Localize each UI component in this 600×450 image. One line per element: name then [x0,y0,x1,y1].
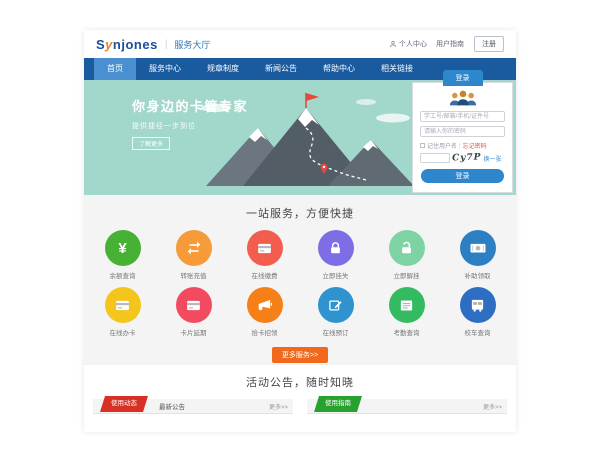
service-item-unfreeze[interactable]: 立即解挂 [371,230,442,280]
hero-subtitle: 提供捷径一步到位 [132,121,248,131]
service-item-report-loss[interactable]: 立即挂失 [300,230,371,280]
service-item-card-extension[interactable]: 卡片延期 [158,287,229,337]
password-input[interactable] [420,126,505,137]
user-guide-link[interactable]: 用户指南 [436,39,464,49]
top-header: Synjones | 服务大厅 个人中心 用户指南 注册 [84,30,516,58]
hero-banner: 你身边的卡管专家 提供捷径一步到位 了解更多 登录 记住用户名 | 忘记密码 C [84,80,516,195]
nav-item-links[interactable]: 相关链接 [368,58,426,80]
captcha-refresh-link[interactable]: 换一张 [483,154,501,163]
user-guide-label: 用户指南 [436,39,464,49]
service-label: 立即解挂 [371,270,442,280]
logo[interactable]: Synjones [96,37,158,52]
card-icon [247,230,283,266]
register-button[interactable]: 注册 [474,36,504,52]
captcha-image: Cy7P [452,152,482,163]
service-item-apply-card[interactable]: 在线办卡 [87,287,158,337]
personal-center-link[interactable]: 个人中心 [389,39,427,49]
service-label: 考勤查询 [371,327,442,337]
service-label: 转账充值 [158,270,229,280]
nav-item-rules[interactable]: 规章制度 [194,58,252,80]
person-icon [389,40,397,48]
nav-item-service-center[interactable]: 服务中心 [136,58,194,80]
bus-icon [460,287,496,323]
hero-title: 你身边的卡管专家 [132,96,248,115]
login-submit-button[interactable]: 登录 [421,169,504,183]
megaphone-icon [247,287,283,323]
announcement-panels: 使用动态 最新公告 更多>> 使用指南 更多>> [93,399,507,414]
service-label: 拾卡招领 [229,327,300,337]
services-title: 一站服务，方便快捷 [84,205,516,221]
yuan-icon: ¥ [105,230,141,266]
tab-latest-announcements[interactable]: 最新公告 [159,401,185,411]
tab-usage-news[interactable]: 使用动态 [100,396,148,412]
users-icon [446,89,480,107]
announcements-section: 活动公告，随时知晓 使用动态 最新公告 更多>> 使用指南 更多>> [84,365,516,432]
lock-icon [318,230,354,266]
money-icon [460,230,496,266]
hero-text-block: 你身边的卡管专家 提供捷径一步到位 了解更多 [132,96,248,151]
nav-item-news[interactable]: 新闻公告 [252,58,310,80]
service-label: 在线办卡 [87,327,158,337]
service-item-balance[interactable]: ¥ 余额查询 [87,230,158,280]
panel-guide-header: 使用指南 更多>> [307,399,507,414]
logo-text-rest: njones [113,37,158,52]
service-label: 在线预订 [300,327,371,337]
username-input[interactable] [420,111,505,122]
nav-item-help[interactable]: 帮助中心 [310,58,368,80]
login-tab[interactable]: 登录 [443,70,483,86]
page-container: Synjones | 服务大厅 个人中心 用户指南 注册 首页 服务中心 规章制… [84,30,516,432]
service-item-school-bus[interactable]: 校车查询 [442,287,513,337]
nav-item-home[interactable]: 首页 [94,58,136,80]
captcha-row: Cy7P 换一张 [420,153,505,163]
service-label: 余额查询 [87,270,158,280]
personal-center-label: 个人中心 [399,39,427,49]
logo-accent-letter: y [105,37,113,52]
service-label: 补助领取 [442,270,513,280]
more-link-right[interactable]: 更多>> [483,402,502,411]
more-services-button[interactable]: 更多服务>> [272,347,328,363]
services-grid: ¥ 余额查询 转账充值 在线缴费 立即挂失 立即解挂 补助领取 [87,230,513,344]
unlock-icon [389,230,425,266]
services-section: 一站服务，方便快捷 ¥ 余额查询 转账充值 在线缴费 立即挂失 立即解挂 [84,195,516,365]
more-link-left[interactable]: 更多>> [269,402,288,411]
attendance-icon [389,287,425,323]
service-label: 立即挂失 [300,270,371,280]
service-item-transfer[interactable]: 转账充值 [158,230,229,280]
card-icon [105,287,141,323]
service-item-pay-online[interactable]: 在线缴费 [229,230,300,280]
tab-user-guide[interactable]: 使用指南 [314,396,362,412]
panel-guide: 使用指南 更多>> [307,399,507,414]
portal-name: 服务大厅 [174,38,210,51]
card-icon [176,287,212,323]
forgot-password-link[interactable]: 忘记密码 [463,141,487,150]
service-label: 校车查询 [442,327,513,337]
login-options-row: 记住用户名 | 忘记密码 [420,141,505,150]
logo-divider: | [165,39,168,50]
remember-label: 记住用户名 [427,141,457,150]
service-item-subsidy[interactable]: 补助领取 [442,230,513,280]
options-divider: | [459,143,461,149]
logo-text: S [96,37,105,52]
remember-checkbox[interactable] [420,143,425,148]
hero-cta-button[interactable]: 了解更多 [132,137,170,150]
panel-news-header: 使用动态 最新公告 更多>> [93,399,293,414]
edit-icon [318,287,354,323]
service-item-online-booking[interactable]: 在线预订 [300,287,371,337]
service-item-attendance[interactable]: 考勤查询 [371,287,442,337]
captcha-input[interactable] [420,153,450,163]
service-label: 卡片延期 [158,327,229,337]
transfer-icon [176,230,212,266]
service-label: 在线缴费 [229,270,300,280]
panel-news: 使用动态 最新公告 更多>> [93,399,293,414]
service-item-found-card[interactable]: 拾卡招领 [229,287,300,337]
login-panel: 登录 记住用户名 | 忘记密码 Cy7P 换一张 登录 [412,82,513,193]
announcements-title: 活动公告，随时知晓 [84,374,516,390]
